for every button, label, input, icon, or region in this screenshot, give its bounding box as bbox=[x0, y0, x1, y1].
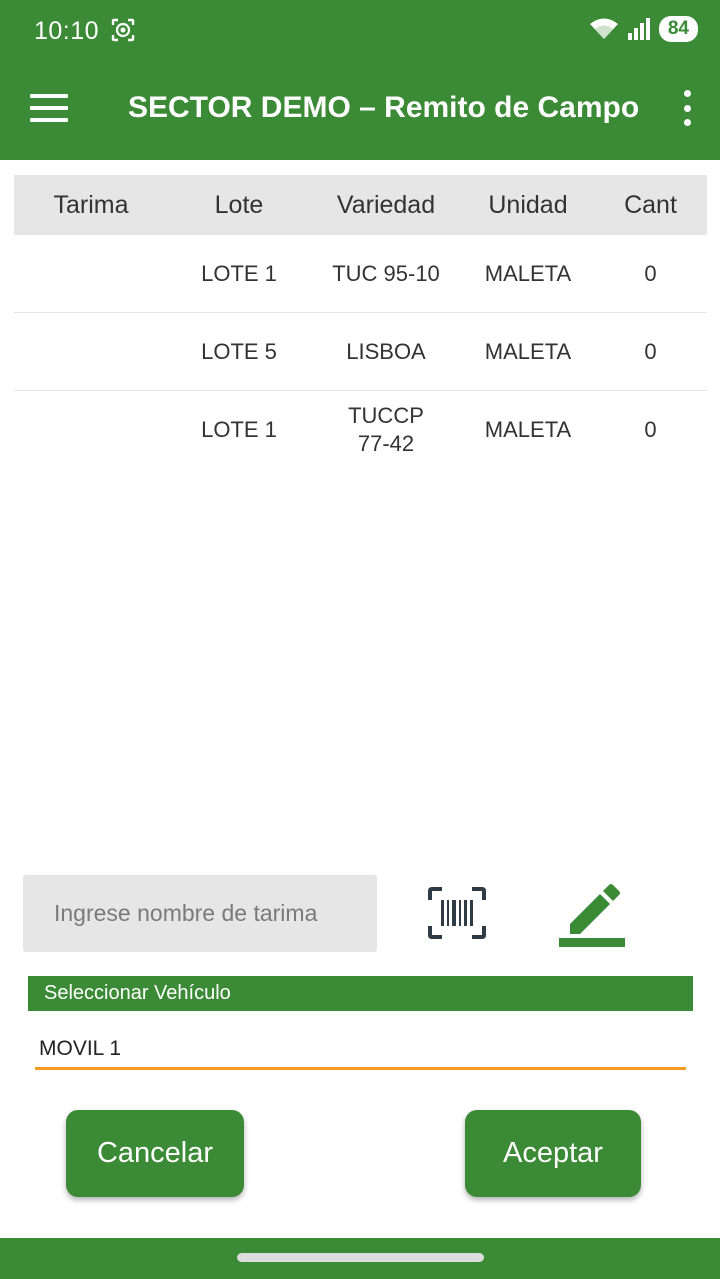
cell-variedad: TUCCP 77-42 bbox=[348, 403, 424, 456]
page-title: SECTOR DEMO – Remito de Campo bbox=[128, 91, 640, 124]
column-header-unidad: Unidad bbox=[488, 190, 568, 219]
screen-record-icon bbox=[111, 18, 135, 42]
accept-button[interactable]: Aceptar bbox=[465, 1110, 641, 1197]
menu-icon[interactable] bbox=[30, 94, 68, 122]
cell-lote: LOTE 1 bbox=[201, 260, 277, 286]
status-bar: 10:10 84 bbox=[0, 0, 720, 62]
more-vert-icon[interactable] bbox=[680, 90, 694, 126]
column-header-cant: Cant bbox=[624, 190, 677, 219]
cell-variedad: TUC 95-10 bbox=[332, 260, 440, 286]
cell-lote: LOTE 1 bbox=[201, 417, 277, 442]
cell-unidad: MALETA bbox=[484, 417, 572, 442]
home-gesture-handle[interactable] bbox=[237, 1253, 484, 1262]
column-header-lote: Lote bbox=[214, 190, 264, 219]
cell-unidad: MALETA bbox=[484, 338, 572, 364]
cell-cant: 0 bbox=[644, 417, 657, 442]
cell-lote: LOTE 5 bbox=[201, 338, 277, 364]
wifi-icon bbox=[589, 18, 618, 39]
table-row[interactable]: LOTE 5 LISBOA MALETA 0 bbox=[14, 313, 707, 391]
cell-unidad: MALETA bbox=[484, 260, 572, 286]
barcode-scan-icon[interactable] bbox=[427, 886, 487, 940]
status-indicators: 84 bbox=[589, 16, 698, 42]
cell-variedad: LISBOA bbox=[346, 338, 426, 364]
app-bar: SECTOR DEMO – Remito de Campo bbox=[0, 62, 720, 160]
items-table: Tarima Lote Variedad Unidad Cant LOTE 1 … bbox=[14, 175, 707, 469]
system-nav-bar bbox=[0, 1238, 720, 1279]
status-time: 10:10 bbox=[34, 17, 100, 45]
vehicle-section-label: Seleccionar Vehículo bbox=[28, 976, 693, 1011]
column-header-variedad: Variedad bbox=[336, 190, 436, 219]
cancel-button[interactable]: Cancelar bbox=[66, 1110, 244, 1197]
cell-cant: 0 bbox=[644, 260, 657, 286]
pencil-edit-icon[interactable] bbox=[556, 876, 626, 948]
tarima-name-input[interactable] bbox=[23, 875, 377, 952]
signal-icon bbox=[627, 18, 650, 40]
table-row[interactable]: LOTE 1 TUC 95-10 MALETA 0 bbox=[14, 235, 707, 313]
column-header-tarima: Tarima bbox=[53, 190, 129, 219]
battery-indicator: 84 bbox=[658, 16, 698, 42]
table-header: Tarima Lote Variedad Unidad Cant bbox=[14, 175, 707, 235]
table-row[interactable]: LOTE 1 TUCCP 77-42 MALETA 0 bbox=[14, 391, 707, 469]
cell-cant: 0 bbox=[644, 338, 657, 364]
vehicle-select[interactable]: MOVIL 1 bbox=[35, 1030, 686, 1070]
